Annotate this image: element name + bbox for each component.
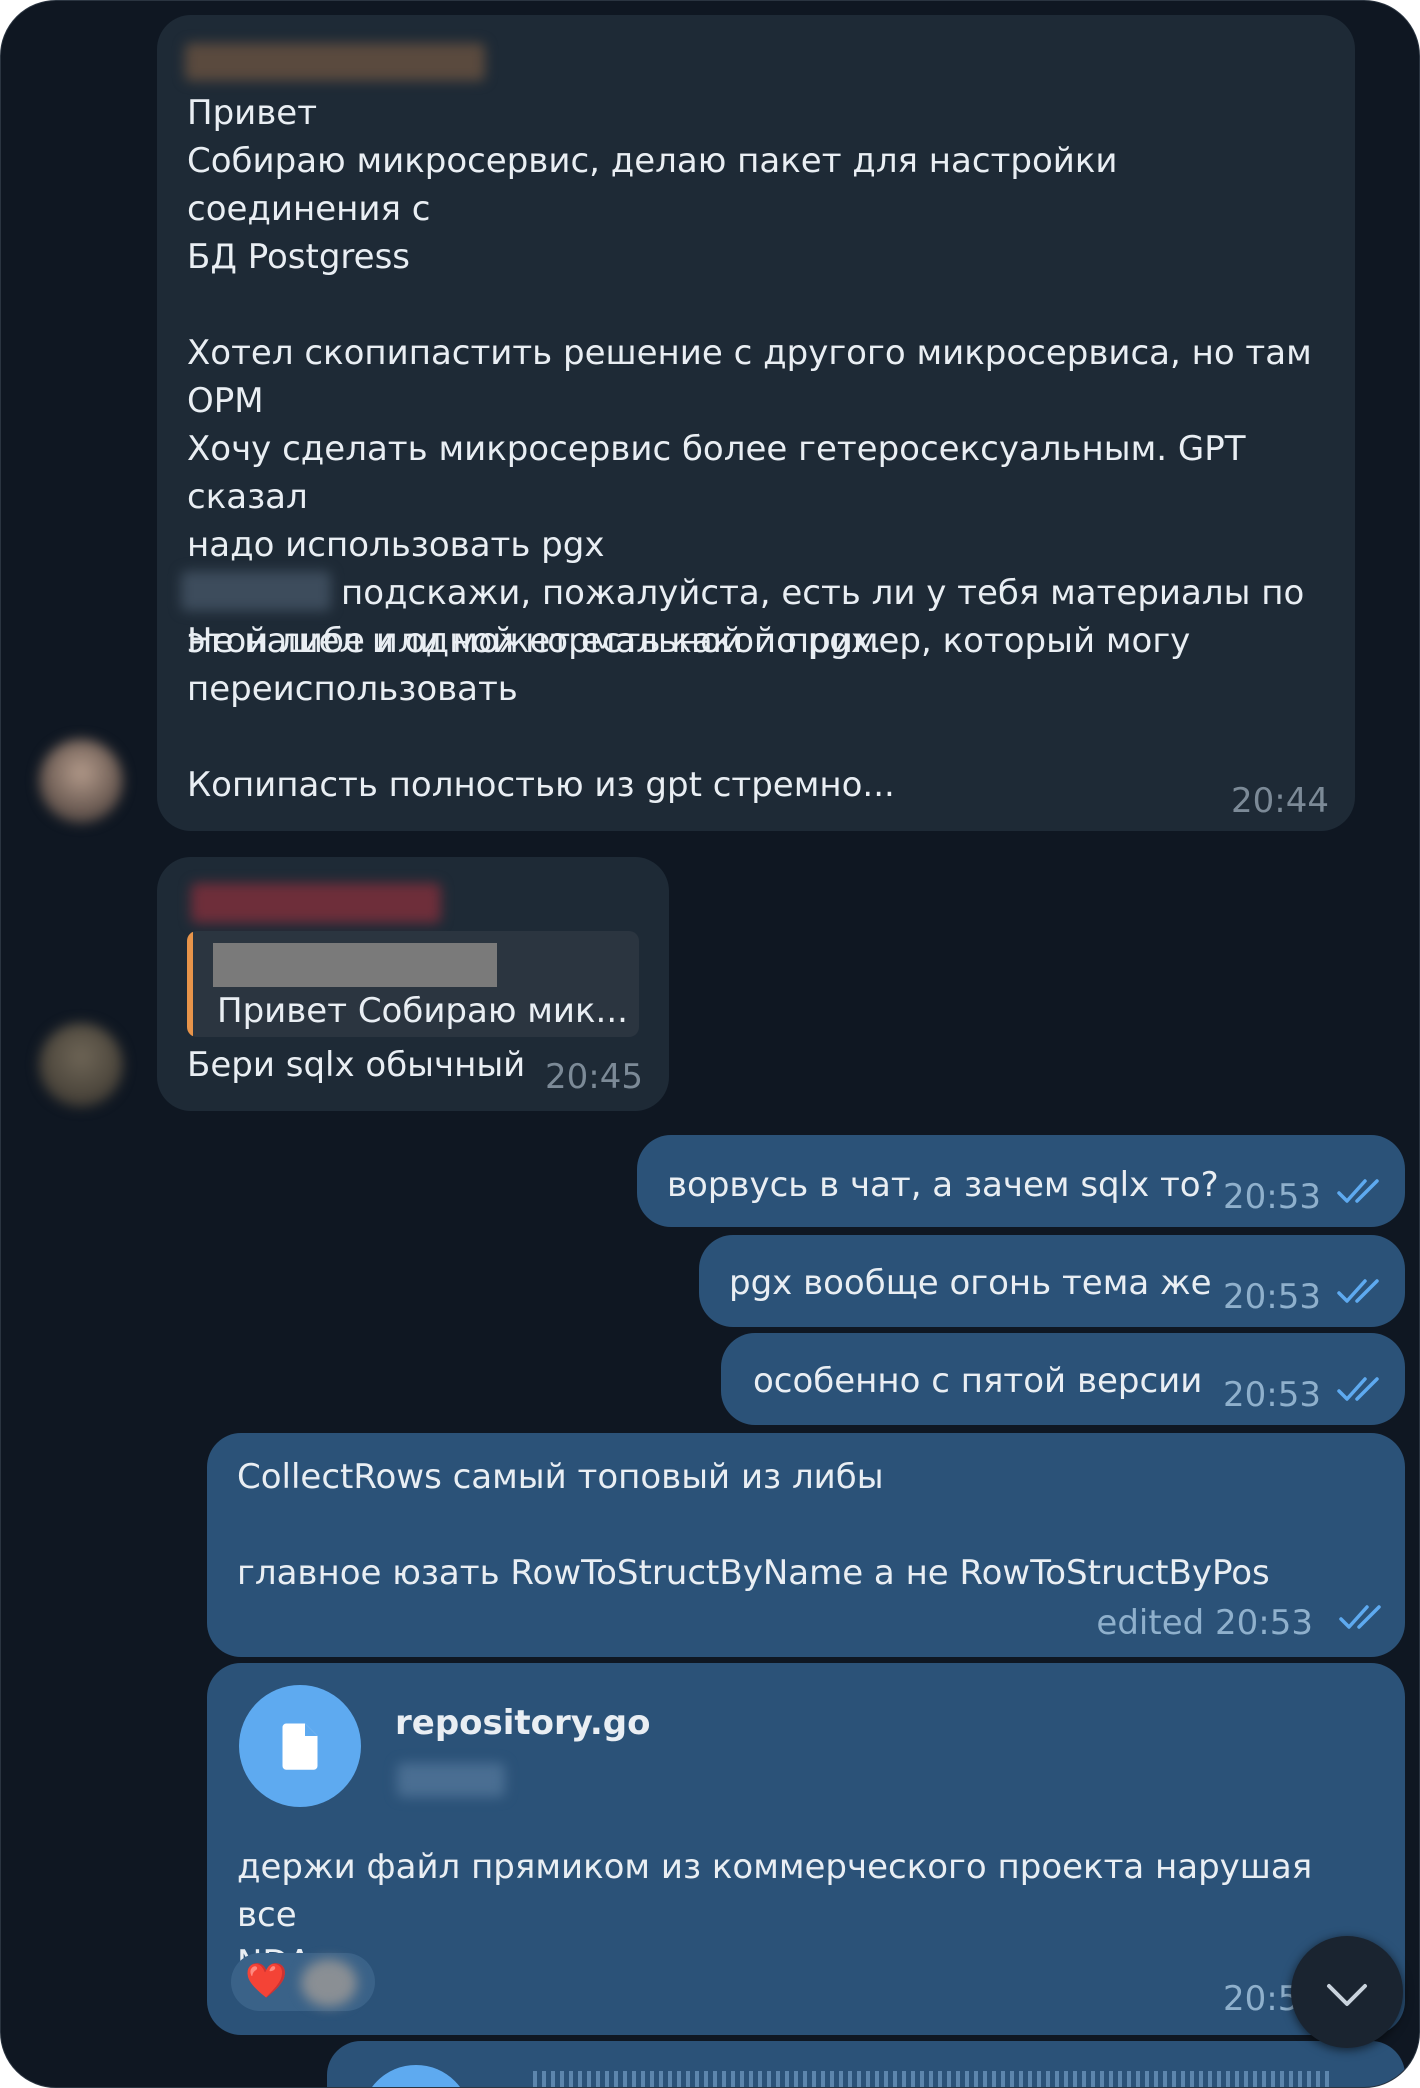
sender-avatar[interactable]	[39, 739, 123, 823]
mention-redacted[interactable]	[181, 571, 331, 611]
heart-icon: ❤️	[245, 1961, 288, 2001]
reply-bar	[187, 931, 193, 1037]
message-bubble[interactable]: Привет Собираю микросервис, делаю пакет …	[157, 15, 1355, 831]
message-time: 20:45	[545, 1057, 643, 1097]
scroll-to-bottom-button[interactable]	[1291, 1936, 1403, 2048]
file-name: repository.go	[395, 1703, 651, 1743]
message-text: особенно с пятой версии	[753, 1361, 1203, 1401]
voice-waveform[interactable]	[533, 2071, 1333, 2087]
reaction-pill[interactable]: ❤️	[231, 1953, 375, 2011]
message-bubble[interactable]: особенно с пятой версии 20:53	[721, 1333, 1405, 1425]
double-check-icon	[1339, 1605, 1381, 1629]
double-check-icon	[1337, 1377, 1379, 1401]
message-time: 20:53	[1223, 1177, 1321, 1217]
chevron-down-icon	[1327, 1984, 1367, 2006]
message-text: CollectRows самый топовый из либы главно…	[237, 1457, 1270, 1593]
message-time: 20:53	[1223, 1375, 1321, 1415]
reply-preview-text: Привет Собираю мик...	[217, 991, 628, 1031]
reply-author-redacted	[213, 943, 497, 987]
message-bubble[interactable]: pgx вообще огонь тема же 20:53	[699, 1235, 1405, 1327]
message-text: pgx вообще огонь тема же	[729, 1263, 1212, 1303]
message-bubble[interactable]: CollectRows самый топовый из либы главно…	[207, 1433, 1405, 1657]
message-time: 20:5	[1223, 1979, 1300, 2019]
sender-avatar[interactable]	[39, 1023, 123, 1107]
message-bubble[interactable]: ворвусь в чат, а зачем sqlx то? 20:53	[637, 1135, 1405, 1227]
message-time: edited 20:53	[1096, 1603, 1313, 1643]
message-bubble[interactable]: repository.go держи файл прямиком из ком…	[207, 1663, 1405, 2035]
reply-quote[interactable]: Привет Собираю мик...	[187, 931, 639, 1037]
message-bubble[interactable]: Привет Собираю мик... Бери sqlx обычный …	[157, 857, 669, 1111]
voice-play-button[interactable]	[361, 2065, 471, 2087]
message-time: 20:44	[1231, 781, 1329, 821]
message-text-mention: подскажи, пожалуйста, есть ли у тебя мат…	[341, 573, 1305, 613]
double-check-icon	[1337, 1279, 1379, 1303]
sender-name-redacted	[185, 43, 485, 81]
message-text: держи файл прямиком из коммерческого про…	[237, 1847, 1313, 1983]
message-text: Бери sqlx обычный	[187, 1045, 526, 1085]
message-bubble[interactable]	[327, 2041, 1405, 2087]
file-size-redacted	[397, 1763, 505, 1797]
message-time: 20:53	[1223, 1277, 1321, 1317]
reactor-avatar-redacted	[301, 1959, 357, 2007]
message-text: ворвусь в чат, а зачем sqlx то?	[667, 1165, 1219, 1205]
chat-window: Привет Собираю микросервис, делаю пакет …	[0, 0, 1420, 2088]
file-attachment[interactable]: repository.go	[239, 1685, 839, 1811]
double-check-icon	[1337, 1179, 1379, 1203]
sender-name-redacted	[191, 883, 441, 923]
message-text-end: этой либе или может есть какой пример, к…	[187, 621, 1191, 805]
file-icon[interactable]	[239, 1685, 361, 1807]
